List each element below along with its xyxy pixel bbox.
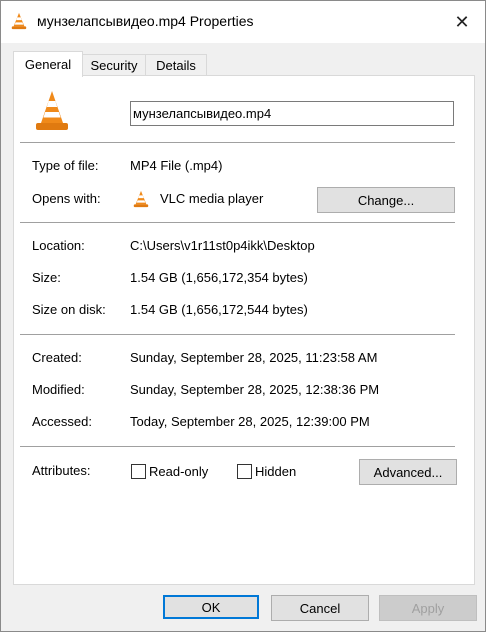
modified-label: Modified: xyxy=(32,382,85,397)
created-value: Sunday, September 28, 2025, 11:23:58 AM xyxy=(130,350,378,365)
divider xyxy=(20,142,455,143)
vlc-cone-icon xyxy=(34,89,70,136)
size-on-disk-value: 1.54 GB (1,656,172,544 bytes) xyxy=(130,302,308,317)
window-title: мунзелапсывидео.mp4 Properties xyxy=(37,13,254,29)
attributes-label: Attributes: xyxy=(32,463,91,478)
tab-general[interactable]: General xyxy=(13,51,83,77)
tab-security[interactable]: Security xyxy=(82,54,146,76)
close-icon: ✕ xyxy=(454,11,470,32)
location-value: C:\Users\v1r11st0p4ikk\Desktop xyxy=(130,238,315,253)
vlc-cone-icon xyxy=(10,12,28,33)
hidden-label: Hidden xyxy=(255,464,297,479)
location-label: Location: xyxy=(32,238,85,253)
type-label: Type of file: xyxy=(32,158,99,173)
tab-details[interactable]: Details xyxy=(145,54,207,76)
divider xyxy=(20,334,455,335)
file-name-input[interactable] xyxy=(130,101,454,126)
ok-button[interactable]: OK xyxy=(163,595,259,619)
accessed-label: Accessed: xyxy=(32,414,92,429)
apply-button[interactable]: Apply xyxy=(379,595,477,621)
change-button[interactable]: Change... xyxy=(317,187,455,213)
size-label: Size: xyxy=(32,270,61,285)
close-button[interactable]: ✕ xyxy=(439,1,485,43)
divider xyxy=(20,222,455,223)
advanced-button[interactable]: Advanced... xyxy=(359,459,457,485)
created-label: Created: xyxy=(32,350,82,365)
size-value: 1.54 GB (1,656,172,354 bytes) xyxy=(130,270,308,285)
properties-dialog: мунзелапсывидео.mp4 Properties ✕ General… xyxy=(0,0,486,632)
vlc-cone-icon xyxy=(132,189,150,212)
read-only-checkbox[interactable] xyxy=(131,464,146,479)
opens-with-label: Opens with: xyxy=(32,191,101,206)
type-value: MP4 File (.mp4) xyxy=(130,158,223,173)
title-bar: мунзелапсывидео.mp4 Properties ✕ xyxy=(1,1,485,43)
divider xyxy=(20,446,455,447)
modified-value: Sunday, September 28, 2025, 12:38:36 PM xyxy=(130,382,380,397)
cancel-button[interactable]: Cancel xyxy=(271,595,369,621)
accessed-value: Today, September 28, 2025, 12:39:00 PM xyxy=(130,414,370,429)
opens-with-value: VLC media player xyxy=(160,191,264,206)
read-only-label: Read-only xyxy=(149,464,209,479)
general-panel xyxy=(13,75,475,585)
size-on-disk-label: Size on disk: xyxy=(32,302,106,317)
hidden-checkbox[interactable] xyxy=(237,464,252,479)
